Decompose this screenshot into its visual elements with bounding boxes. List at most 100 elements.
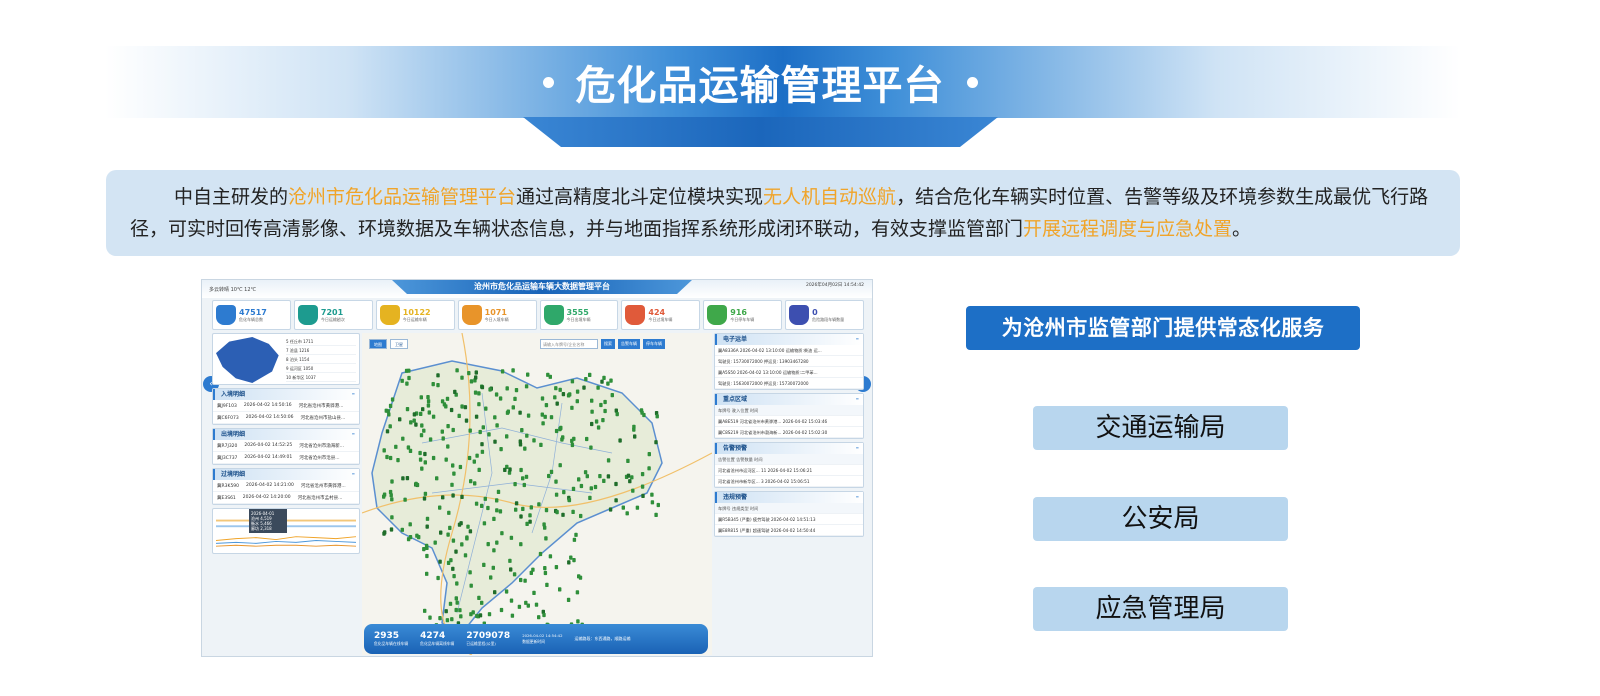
vehicle-marker-icon[interactable] (458, 464, 463, 470)
vehicle-marker-icon[interactable] (449, 558, 453, 563)
region-map-thumbnail[interactable] (216, 337, 279, 383)
vehicle-marker-icon[interactable] (606, 474, 611, 479)
vehicle-marker-icon[interactable] (614, 481, 618, 487)
vehicle-marker-icon[interactable] (487, 432, 491, 437)
more-icon[interactable]: ≡ (352, 431, 355, 436)
vehicle-marker-icon[interactable] (575, 389, 580, 394)
stat-card[interactable]: 7201 今日运输趟次 (293, 300, 373, 330)
vehicle-marker-icon[interactable] (508, 558, 512, 563)
vehicle-marker-icon[interactable] (400, 378, 404, 383)
vehicle-marker-icon[interactable] (385, 429, 390, 434)
vehicle-marker-icon[interactable] (478, 613, 483, 618)
vehicle-marker-icon[interactable] (650, 500, 655, 505)
vehicle-marker-icon[interactable] (499, 447, 503, 452)
vehicle-marker-icon[interactable] (454, 549, 458, 554)
vehicle-marker-icon[interactable] (384, 408, 388, 413)
vehicle-marker-icon[interactable] (561, 512, 565, 517)
vehicle-marker-icon[interactable] (439, 530, 443, 535)
vehicle-marker-icon[interactable] (414, 422, 418, 427)
tab-satellite[interactable]: 卫星 (390, 339, 408, 349)
vehicle-marker-icon[interactable] (625, 511, 629, 516)
vehicle-marker-icon[interactable] (436, 383, 440, 388)
vehicle-marker-icon[interactable] (590, 409, 594, 414)
map-canvas[interactable] (362, 333, 712, 655)
vehicle-marker-icon[interactable] (537, 615, 541, 620)
vehicle-marker-icon[interactable] (460, 494, 464, 499)
vehicle-marker-icon[interactable] (561, 392, 566, 397)
vehicle-marker-icon[interactable] (504, 589, 509, 594)
vehicle-marker-icon[interactable] (418, 450, 422, 456)
more-icon[interactable]: ≡ (856, 494, 859, 499)
vehicle-marker-icon[interactable] (451, 538, 456, 543)
table-row[interactable]: 冀R7J320 2026-04-02 14:52:25 河北省沧州市渤海新... (213, 440, 359, 452)
vehicle-marker-icon[interactable] (603, 408, 607, 414)
vehicle-marker-icon[interactable] (656, 502, 660, 508)
vehicle-marker-icon[interactable] (571, 509, 575, 514)
vehicle-marker-icon[interactable] (406, 537, 411, 542)
vehicle-marker-icon[interactable] (509, 535, 514, 540)
vehicle-marker-icon[interactable] (548, 554, 553, 559)
vehicle-marker-icon[interactable] (532, 590, 536, 595)
vehicle-marker-icon[interactable] (589, 445, 593, 450)
vehicle-marker-icon[interactable] (555, 510, 559, 515)
vehicle-marker-icon[interactable] (647, 452, 651, 457)
parked-vehicles-button[interactable]: 停车车辆 (643, 339, 665, 349)
vehicle-marker-icon[interactable] (498, 396, 503, 401)
vehicle-marker-icon[interactable] (555, 401, 559, 406)
vehicle-marker-icon[interactable] (640, 484, 645, 489)
vehicle-marker-icon[interactable] (509, 567, 513, 572)
vehicle-marker-icon[interactable] (539, 442, 543, 447)
vehicle-marker-icon[interactable] (582, 385, 586, 390)
vehicle-marker-icon[interactable] (459, 614, 463, 619)
vehicle-marker-icon[interactable] (486, 542, 490, 547)
vehicle-marker-icon[interactable] (481, 425, 485, 430)
vehicle-marker-icon[interactable] (590, 421, 594, 427)
vehicle-marker-icon[interactable] (431, 382, 435, 387)
vehicle-marker-icon[interactable] (626, 458, 630, 463)
vehicle-marker-icon[interactable] (606, 458, 611, 463)
vehicle-marker-icon[interactable] (614, 498, 618, 503)
vehicle-marker-icon[interactable] (455, 600, 459, 605)
vehicle-marker-icon[interactable] (418, 457, 423, 462)
vehicle-marker-icon[interactable] (650, 492, 654, 497)
vehicle-marker-icon[interactable] (409, 420, 413, 425)
vehicle-marker-icon[interactable] (543, 414, 547, 419)
vehicle-marker-icon[interactable] (596, 425, 601, 430)
vehicle-marker-icon[interactable] (575, 399, 579, 404)
vehicle-marker-icon[interactable] (488, 387, 492, 392)
vehicle-marker-icon[interactable] (452, 471, 456, 476)
vehicle-marker-icon[interactable] (632, 427, 636, 432)
vehicle-marker-icon[interactable] (526, 372, 530, 377)
vehicle-marker-icon[interactable] (425, 553, 429, 559)
stat-card[interactable]: 0 危险路段车辆数量 (785, 300, 864, 330)
vehicle-marker-icon[interactable] (445, 396, 450, 401)
vehicle-marker-icon[interactable] (654, 512, 658, 517)
vehicle-marker-icon[interactable] (431, 414, 436, 419)
vehicle-marker-icon[interactable] (603, 399, 607, 405)
vehicle-marker-icon[interactable] (451, 493, 455, 498)
vehicle-marker-icon[interactable] (401, 476, 405, 481)
vehicle-marker-icon[interactable] (554, 479, 558, 484)
vehicle-marker-icon[interactable] (480, 385, 485, 390)
vehicle-marker-icon[interactable] (655, 414, 659, 419)
vehicle-marker-icon[interactable] (446, 532, 450, 537)
vehicle-marker-icon[interactable] (544, 536, 548, 541)
vehicle-marker-icon[interactable] (484, 406, 488, 411)
vehicle-marker-icon[interactable] (425, 571, 429, 576)
vehicle-marker-icon[interactable] (519, 577, 523, 583)
vehicle-marker-icon[interactable] (572, 558, 576, 563)
vehicle-marker-icon[interactable] (448, 601, 453, 606)
vehicle-marker-icon[interactable] (448, 525, 452, 530)
vehicle-marker-icon[interactable] (500, 531, 504, 536)
vehicle-marker-icon[interactable] (647, 466, 651, 471)
vehicle-marker-icon[interactable] (460, 542, 464, 547)
vehicle-marker-icon[interactable] (467, 455, 472, 461)
vehicle-marker-icon[interactable] (460, 404, 464, 409)
vehicle-marker-icon[interactable] (412, 418, 416, 423)
vehicle-marker-icon[interactable] (602, 375, 606, 380)
vehicle-marker-icon[interactable] (426, 403, 431, 408)
vehicle-marker-icon[interactable] (503, 467, 507, 472)
vehicle-marker-icon[interactable] (388, 455, 393, 461)
table-row[interactable]: 冀J3C737 2026-04-02 14:49:01 河北省沧州市沧县... (213, 452, 359, 464)
vehicle-marker-icon[interactable] (594, 419, 599, 424)
